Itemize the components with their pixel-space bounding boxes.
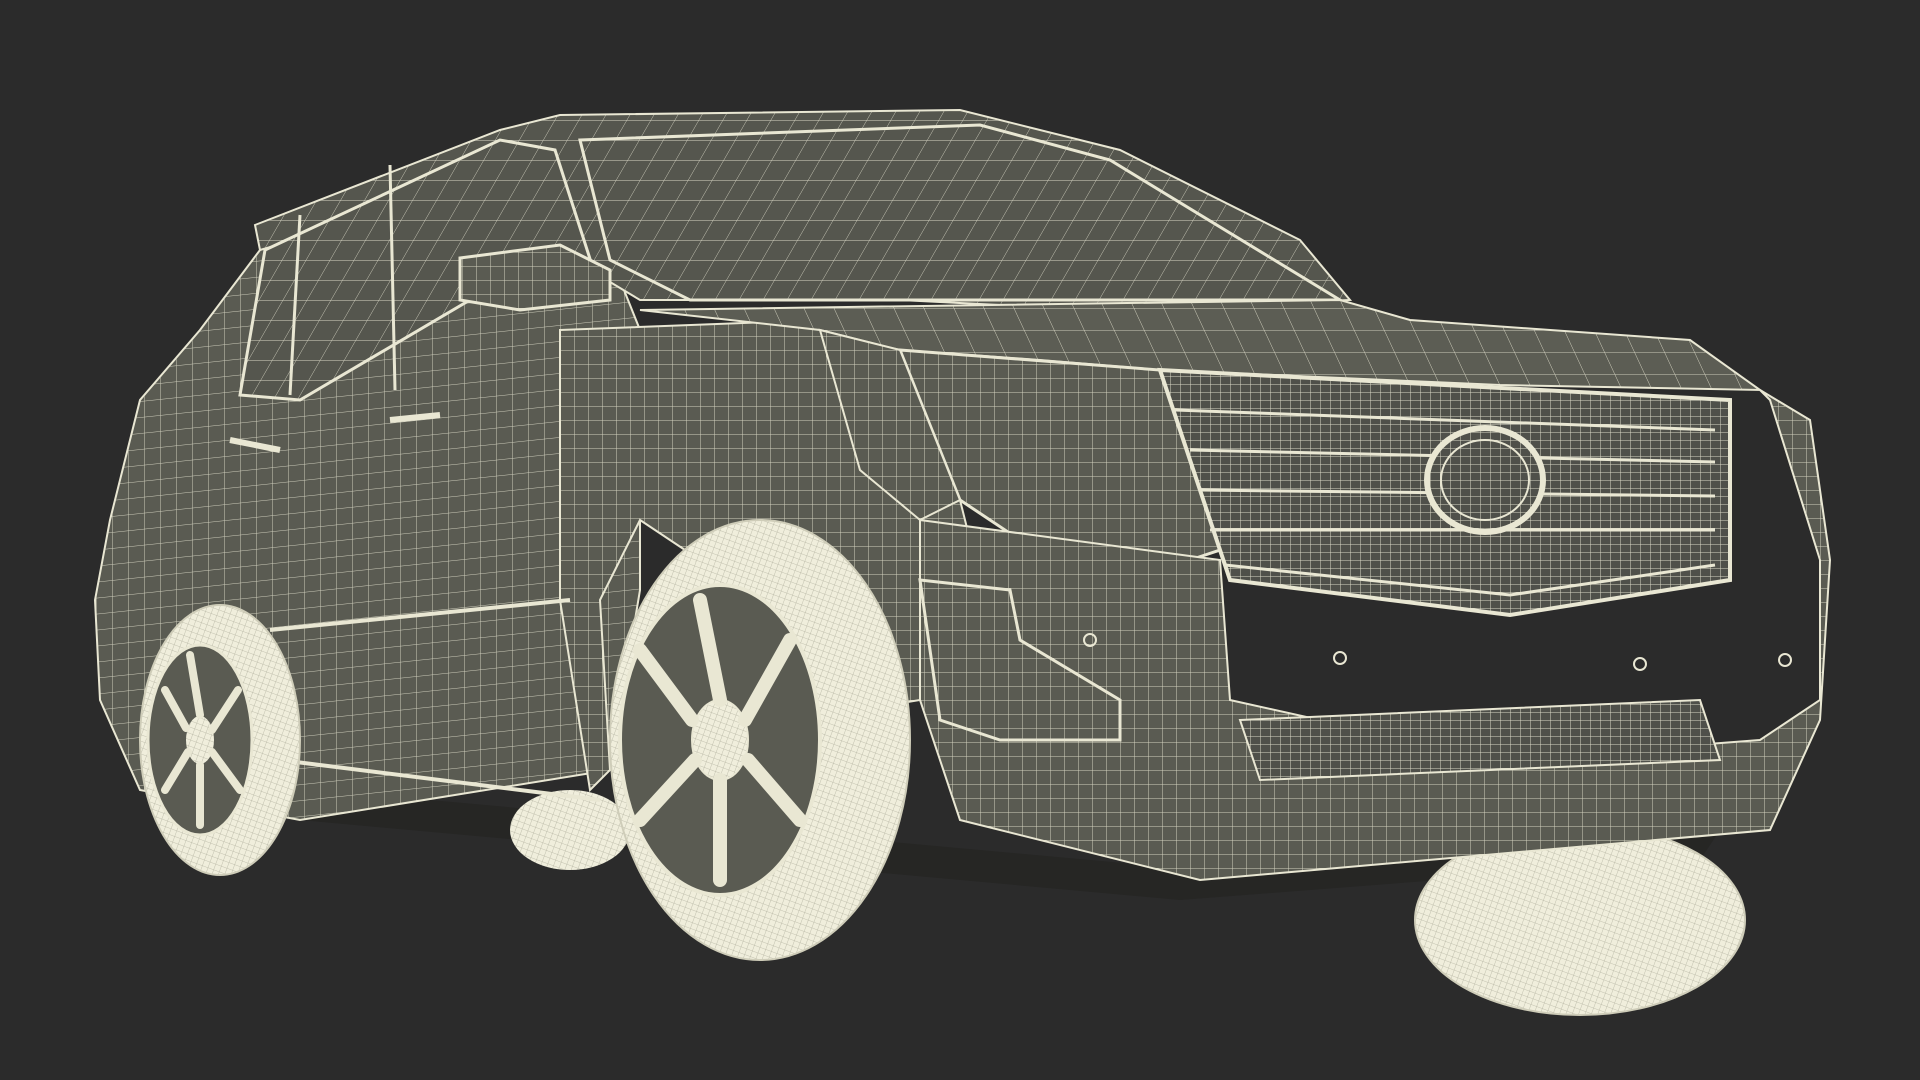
render-viewport <box>0 0 1920 1080</box>
rear-left-wheel <box>510 790 630 870</box>
front-left-wheel <box>609 519 911 961</box>
rear-left-wheel-visible <box>139 604 301 876</box>
wireframe-car-svg <box>93 108 1832 1016</box>
emblem <box>1424 425 1546 535</box>
